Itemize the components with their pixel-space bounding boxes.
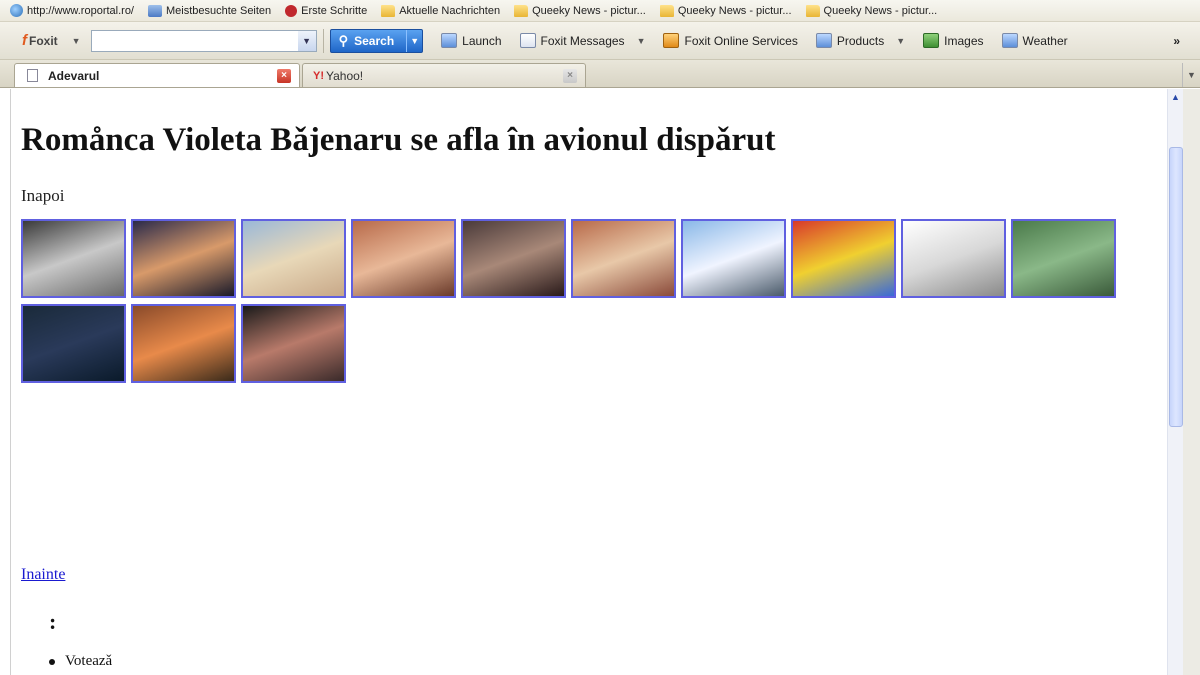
tab-adevarul[interactable]: Adevarul × <box>14 63 300 87</box>
tab-label: Adevarul <box>48 68 100 83</box>
foxit-toolbar: f Foxit ▼ ▼ ⚲ Search ▼ Launch Foxit Messag… <box>0 22 1200 60</box>
scrollbar-thumb[interactable] <box>1169 147 1183 427</box>
bookmark-item[interactable]: Aktuelle Nachrichten <box>381 4 501 17</box>
page-content: Romånca Violeta Bǎjenaru se afla în avio… <box>10 89 1166 675</box>
toolbar-overflow-chevron-icon[interactable]: » <box>1173 34 1180 48</box>
window-right-edge <box>1183 89 1200 675</box>
photo-thumbnail-closeup-card[interactable] <box>571 219 676 298</box>
bookmark-item[interactable]: Queeky News - pictur... <box>805 4 938 17</box>
tab-bar: Adevarul × Y! Yahoo! × ▼ <box>0 60 1200 88</box>
yahoo-favicon-icon: Y! <box>313 69 324 82</box>
page-icon <box>148 4 162 17</box>
weather-icon <box>1001 33 1018 48</box>
search-field[interactable] <box>91 30 292 51</box>
tab-yahoo[interactable]: Y! Yahoo! × <box>302 63 586 87</box>
photo-thumbnail-friends-indoor[interactable] <box>351 219 456 298</box>
bookmark-label: Queeky News - pictur... <box>823 4 938 17</box>
products-icon <box>815 33 832 48</box>
weather-button[interactable]: Weather <box>1001 33 1068 48</box>
launch-icon <box>441 33 458 48</box>
photo-thumbnail-woman-dark[interactable] <box>241 304 346 383</box>
page-icon <box>27 69 38 82</box>
close-tab-icon[interactable]: × <box>563 69 577 83</box>
bookmark-item[interactable]: Erste Schritte <box>285 4 368 17</box>
weather-label: Weather <box>1022 33 1068 48</box>
products-button[interactable]: Products <box>815 33 885 48</box>
products-label: Products <box>836 33 885 48</box>
folder-icon <box>659 4 674 17</box>
chevron-down-icon[interactable]: ▼ <box>72 36 81 46</box>
products-chevron-icon[interactable]: ▼ <box>896 36 905 46</box>
foxit-logo[interactable]: f Foxit <box>22 32 58 49</box>
photo-thumbnail-sky-couple[interactable] <box>681 219 786 298</box>
toolbar-separator <box>322 28 324 53</box>
globe-icon <box>10 4 23 17</box>
bookmark-item[interactable]: http://www.roportal.ro/ <box>10 4 134 17</box>
bookmark-item[interactable]: Queeky News - pictur... <box>659 4 792 17</box>
photo-thumbnail-night-person[interactable] <box>21 304 126 383</box>
bookmark-label: Aktuelle Nachrichten <box>399 4 501 17</box>
scroll-up-arrow-icon[interactable]: ▲ <box>1168 89 1183 105</box>
tab-label: Yahoo! <box>326 68 364 83</box>
launch-label: Launch <box>462 33 502 48</box>
foxit-messages-button[interactable]: Foxit Messages <box>519 33 625 48</box>
next-link[interactable]: Inainte <box>21 566 65 584</box>
vote-list-item[interactable]: Voteazǎ <box>49 653 112 670</box>
foxit-f-icon: f <box>22 32 27 49</box>
images-button[interactable]: Images <box>923 33 984 48</box>
photo-thumbnail-two-men-pub[interactable] <box>131 304 236 383</box>
online-services-label: Foxit Online Services <box>684 33 798 48</box>
folder-icon <box>805 4 820 17</box>
photo-thumbnail-portrait-bw[interactable] <box>21 219 126 298</box>
folder-icon <box>514 4 529 17</box>
vertical-scrollbar[interactable]: ▲ <box>1167 89 1183 675</box>
bookmark-item[interactable]: Queeky News - pictur... <box>514 4 646 17</box>
foxit-online-services-button[interactable]: Foxit Online Services <box>663 33 798 48</box>
messages-chevron-icon[interactable]: ▼ <box>637 36 646 46</box>
close-tab-icon[interactable]: × <box>277 69 291 83</box>
bookmark-label: http://www.roportal.ro/ <box>27 4 134 17</box>
photo-thumbnail-garden-group[interactable] <box>1011 219 1116 298</box>
online-services-icon <box>663 33 680 48</box>
folder-icon <box>381 4 396 17</box>
bullet-icon <box>49 658 55 665</box>
launch-button[interactable]: Launch <box>441 33 502 48</box>
back-link[interactable]: Inapoi <box>21 186 64 206</box>
bookmark-label: Queeky News - pictur... <box>532 4 646 17</box>
bookmark-label: Queeky News - pictur... <box>677 4 792 17</box>
photo-thumbnail-sunset-person[interactable] <box>131 219 236 298</box>
red-leaf-icon <box>285 4 298 17</box>
page-title: Romånca Violeta Bǎjenaru se afla în avio… <box>21 122 776 158</box>
foxit-brand-label: Foxit <box>29 33 58 48</box>
search-history-dropdown-icon[interactable]: ▼ <box>297 30 316 51</box>
search-input[interactable]: ▼ <box>90 29 317 52</box>
messages-icon <box>519 33 536 48</box>
bookmark-label: Meistbesuchte Seiten <box>166 4 272 17</box>
vote-label: Voteazǎ <box>65 653 113 669</box>
images-label: Images <box>944 33 984 48</box>
photo-thumbnail-sketch-face[interactable] <box>901 219 1006 298</box>
photo-thumbnail-color-panels[interactable] <box>791 219 896 298</box>
search-options-chevron-icon[interactable]: ▼ <box>406 29 422 52</box>
photo-thumbnail-beach-couple[interactable] <box>241 219 346 298</box>
search-button-label: Search <box>354 33 395 48</box>
list-colon: : <box>49 609 57 634</box>
search-button[interactable]: ⚲ Search ▼ <box>329 28 424 53</box>
photo-thumbnail-couple-hug[interactable] <box>461 219 566 298</box>
bookmarks-toolbar: http://www.roportal.ro/Meistbesuchte Sei… <box>0 0 1200 22</box>
bookmark-label: Erste Schritte <box>301 4 368 17</box>
bookmark-item[interactable]: Meistbesuchte Seiten <box>148 4 272 17</box>
messages-label: Foxit Messages <box>540 33 625 48</box>
tab-list-chevron-icon[interactable]: ▼ <box>1182 63 1200 87</box>
images-icon <box>923 33 940 48</box>
magnifier-icon: ⚲ <box>338 32 349 48</box>
